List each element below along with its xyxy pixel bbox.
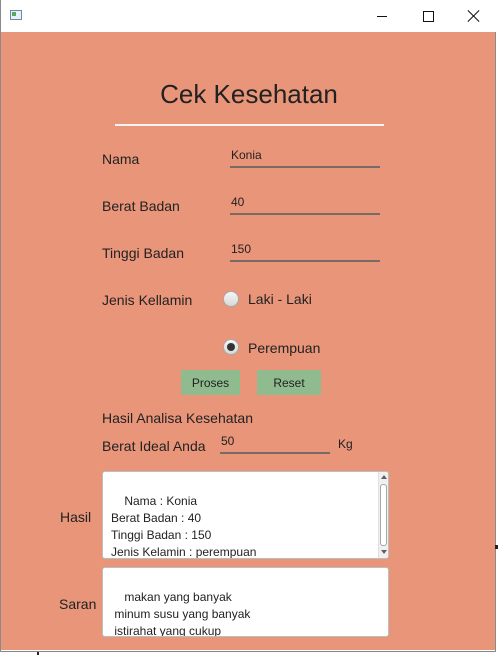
hasil-text: Nama : Konia Berat Badan : 40 Tinggi Bad… (111, 494, 257, 559)
minimize-icon (377, 15, 387, 17)
maximize-button[interactable] (405, 0, 451, 32)
hasil-scrollbar[interactable] (378, 472, 388, 558)
minimize-button[interactable] (359, 0, 405, 32)
hasil-analisa-label: Hasil Analisa Kesehatan (102, 410, 253, 426)
gender-label: Jenis Kellamin (102, 292, 193, 308)
nama-value: Konia (231, 148, 262, 162)
radio-laki-laki[interactable]: Laki - Laki (223, 290, 333, 310)
hasil-textarea[interactable]: Nama : Konia Berat Badan : 40 Tinggi Bad… (102, 471, 389, 559)
saran-label: Saran (59, 596, 97, 612)
nama-label: Nama (102, 151, 140, 167)
ideal-unit: Kg (338, 437, 353, 451)
form-panel: Cek Kesehatan Nama Konia Berat Badan 40 … (1, 32, 495, 650)
tinggi-label: Tinggi Badan (102, 245, 184, 261)
app-icon (10, 10, 22, 20)
berat-value: 40 (231, 195, 245, 209)
radio-perempuan[interactable]: Perempuan (223, 338, 333, 358)
berat-ideal-underline (220, 452, 330, 454)
radio-label: Perempuan (248, 340, 321, 356)
radio-label: Laki - Laki (248, 291, 312, 307)
saran-text: makan yang banyak minum susu yang banyak… (114, 590, 251, 637)
nama-input[interactable]: Konia (230, 144, 380, 168)
radio-circle-selected (223, 339, 239, 355)
radio-circle (223, 291, 239, 307)
close-button[interactable] (451, 0, 497, 32)
close-icon (468, 10, 480, 22)
hasil-label: Hasil (60, 509, 92, 525)
reset-button[interactable]: Reset (257, 370, 321, 395)
berat-ideal-field[interactable]: 50 (220, 430, 330, 454)
scroll-thumb[interactable] (380, 484, 387, 546)
proses-button[interactable]: Proses (181, 370, 240, 395)
nama-underline (230, 166, 380, 168)
saran-textarea[interactable]: makan yang banyak minum susu yang banyak… (102, 567, 389, 637)
page-title: Cek Kesehatan (160, 79, 338, 109)
scroll-down-icon[interactable] (381, 550, 387, 554)
tinggi-value: 150 (231, 242, 252, 256)
tinggi-input[interactable]: 150 (230, 238, 380, 262)
berat-ideal-label: Berat Ideal Anda (102, 438, 206, 454)
title-divider (115, 124, 384, 126)
maximize-icon (422, 10, 434, 22)
berat-label: Berat Badan (102, 198, 180, 214)
berat-input[interactable]: 40 (230, 191, 380, 215)
berat-underline (230, 213, 380, 215)
tinggi-underline (230, 260, 380, 262)
title-bar (1, 0, 498, 32)
scroll-up-icon[interactable] (381, 475, 387, 479)
berat-ideal-value: 50 (221, 434, 235, 448)
